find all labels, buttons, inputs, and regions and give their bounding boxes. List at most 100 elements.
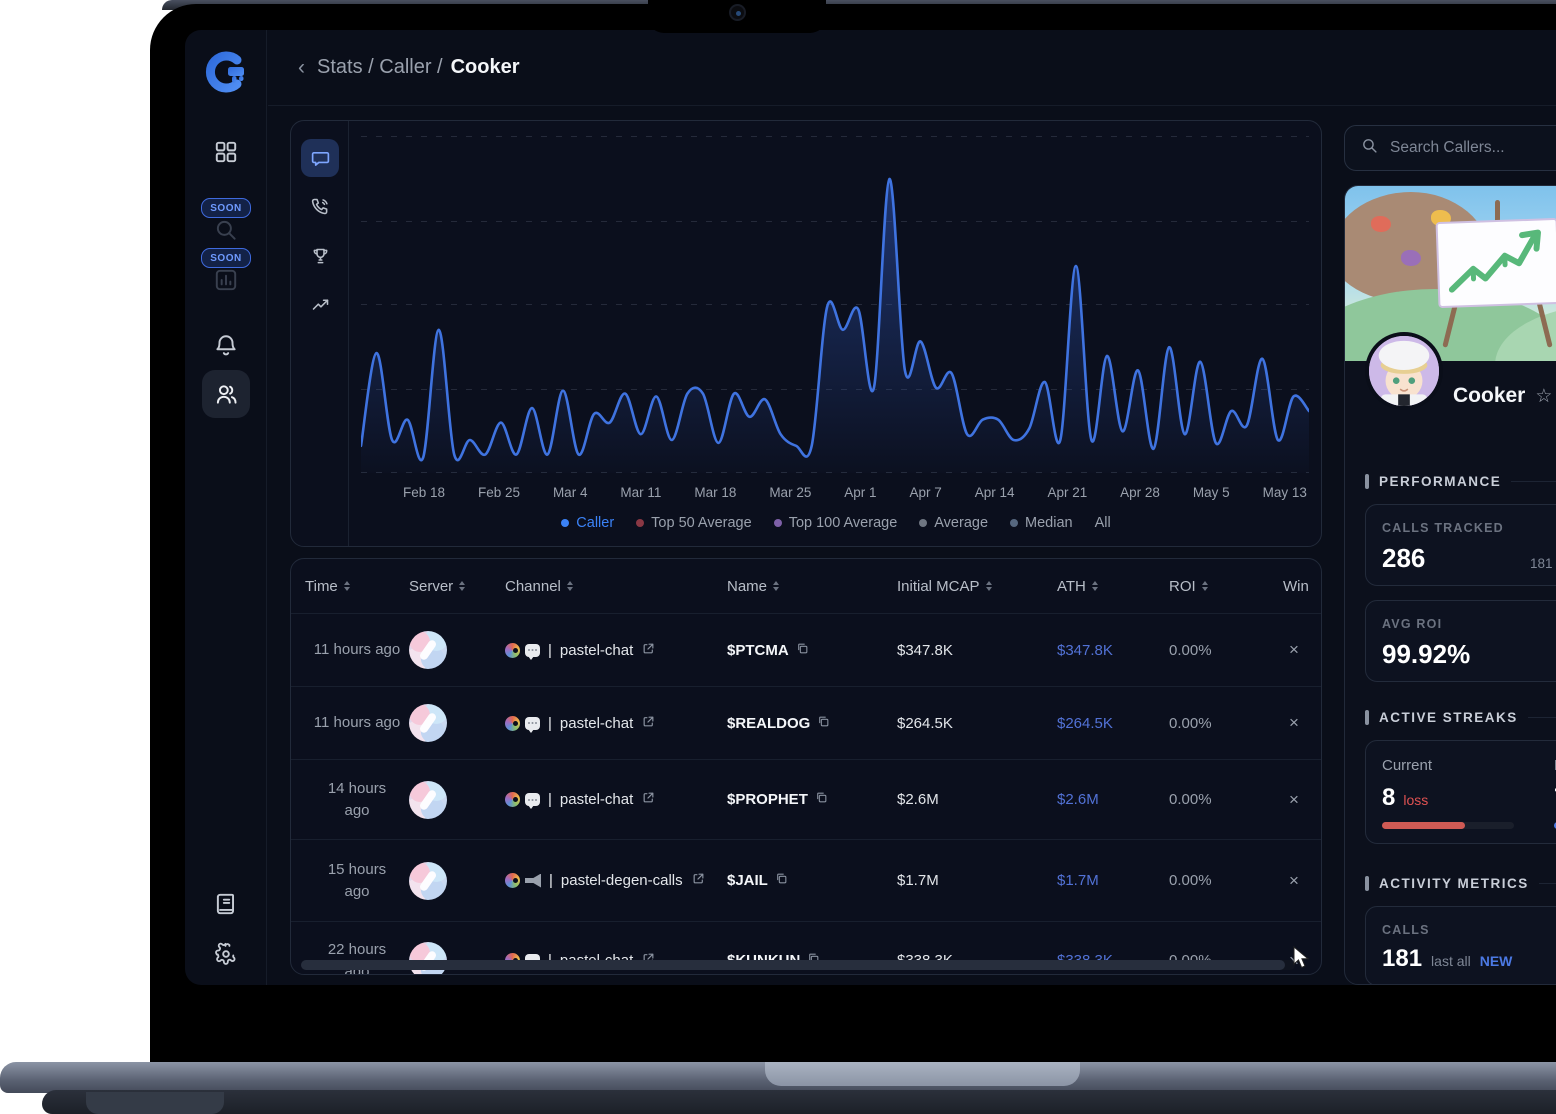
back-chevron-icon[interactable]: ‹	[298, 56, 305, 80]
channel-cell[interactable]: |pastel-chat	[505, 715, 727, 732]
trophy-icon[interactable]	[301, 237, 339, 275]
col-win[interactable]: Win	[1269, 578, 1321, 595]
sidebar-item-callers[interactable]	[202, 370, 250, 418]
server-avatar[interactable]	[409, 704, 447, 742]
server-avatar[interactable]	[409, 862, 447, 900]
caller-avatar[interactable]	[1365, 332, 1443, 410]
avg-roi-label: AVG ROI	[1382, 617, 1442, 631]
external-link-icon[interactable]	[642, 791, 655, 808]
ath-value[interactable]: $1.7M	[1057, 872, 1169, 889]
ath-value[interactable]: $2.6M	[1057, 791, 1169, 808]
server-avatar[interactable]	[409, 631, 447, 669]
grid-icon[interactable]	[206, 132, 246, 172]
star-icon[interactable]: ☆	[1535, 385, 1552, 408]
col-server[interactable]: Server	[409, 578, 505, 595]
search-icon	[1361, 137, 1378, 159]
x-tick: Feb 18	[403, 485, 445, 500]
table-row[interactable]: 14 hours ago |pastel-chat $PROPHET $2.6M…	[291, 759, 1321, 839]
ath-value[interactable]: $264.5K	[1057, 715, 1169, 732]
legend-top50[interactable]: Top 50 Average	[636, 515, 752, 531]
table-row[interactable]: 11 hours ago |pastel-chat $REALDOG $264.…	[291, 686, 1321, 759]
token-name: $JAIL	[727, 872, 768, 889]
section-line	[1528, 717, 1556, 718]
bell-icon[interactable]	[206, 326, 246, 366]
server-avatar[interactable]	[409, 781, 447, 819]
channel-name: pastel-degen-calls	[561, 872, 683, 889]
app-logo[interactable]	[204, 50, 248, 94]
x-tick: Apr 21	[1047, 485, 1087, 500]
token-cell[interactable]: $PROPHET	[727, 791, 897, 808]
token-cell[interactable]: $JAIL	[727, 872, 897, 889]
table-row[interactable]: 15 hours ago |pastel-degen-calls $JAIL $…	[291, 839, 1321, 921]
x-tick: Mar 18	[694, 485, 736, 500]
copy-icon[interactable]	[775, 872, 788, 889]
col-ath[interactable]: ATH	[1057, 578, 1169, 595]
current-tag: loss	[1403, 792, 1428, 808]
chart-toolbar	[291, 121, 349, 546]
initial-mcap: $1.7M	[897, 872, 1057, 889]
copy-icon[interactable]	[815, 791, 828, 808]
calls-tracked-card: CALLS TRACKED 286 181 total calls	[1365, 504, 1556, 586]
col-channel[interactable]: Channel	[505, 578, 727, 595]
x-tick: Apr 28	[1120, 485, 1160, 500]
calls-tracked-label: CALLS TRACKED	[1382, 521, 1504, 535]
legend-average[interactable]: Average	[919, 515, 988, 531]
calls-table: Time Server Channel Name Initial MCAP AT…	[290, 558, 1322, 975]
sort-icon	[773, 581, 779, 592]
col-roi[interactable]: ROI	[1169, 578, 1269, 595]
current-streak: Current 8 loss	[1382, 757, 1514, 829]
col-name[interactable]: Name	[727, 578, 897, 595]
caller-profile-card: P A S	[1344, 185, 1556, 985]
palette-icon	[505, 792, 520, 807]
calls-tracked-sub: 181 total calls	[1530, 556, 1556, 571]
roi-line-chart[interactable]	[361, 129, 1309, 473]
legend-dot	[1010, 519, 1018, 527]
ath-value[interactable]: $347.8K	[1057, 642, 1169, 659]
chat-bubble-icon[interactable]	[301, 139, 339, 177]
legend-top100[interactable]: Top 100 Average	[774, 515, 898, 531]
external-link-icon[interactable]	[692, 872, 705, 889]
external-link-icon[interactable]	[642, 715, 655, 732]
channel-name: pastel-chat	[560, 642, 633, 659]
search-callers-input[interactable]: Search Callers...	[1344, 125, 1556, 171]
scrollbar-thumb[interactable]	[301, 960, 1285, 970]
laptop-body-bottom	[42, 1090, 1556, 1114]
palette-icon	[505, 643, 520, 658]
token-cell[interactable]: $REALDOG	[727, 715, 897, 732]
current-label: Current	[1382, 757, 1514, 774]
channel-cell[interactable]: |pastel-chat	[505, 791, 727, 808]
current-value: 8	[1382, 784, 1395, 812]
gear-icon[interactable]	[206, 934, 246, 974]
breadcrumb-path[interactable]: Stats / Caller /	[317, 56, 443, 79]
initial-mcap: $2.6M	[897, 791, 1057, 808]
phone-icon[interactable]	[301, 187, 339, 225]
table-row[interactable]: 11 hours ago |pastel-chat $PTCMA $347.8K…	[291, 613, 1321, 686]
x-tick: Mar 25	[769, 485, 811, 500]
copy-icon[interactable]	[817, 715, 830, 732]
sort-icon	[567, 581, 573, 592]
x-tick: Apr 14	[975, 485, 1015, 500]
trend-up-icon[interactable]	[301, 286, 339, 324]
legend-dot	[774, 519, 782, 527]
col-initial-mcap[interactable]: Initial MCAP	[897, 578, 1057, 595]
channel-cell[interactable]: |pastel-degen-calls	[505, 872, 727, 889]
legend-caller[interactable]: Caller	[561, 515, 614, 531]
legend-dot	[636, 519, 644, 527]
webcam-icon	[729, 4, 746, 21]
token-name: $PTCMA	[727, 642, 789, 659]
token-name: $PROPHET	[727, 791, 808, 808]
col-time[interactable]: Time	[305, 578, 409, 595]
copy-icon[interactable]	[796, 642, 809, 659]
calls-value: 181	[1382, 945, 1422, 973]
token-cell[interactable]: $PTCMA	[727, 642, 897, 659]
legend-median[interactable]: Median	[1010, 515, 1073, 531]
chat-bubble-icon	[525, 717, 540, 730]
laptop-deck	[0, 1062, 1556, 1093]
book-icon[interactable]	[206, 884, 246, 924]
external-link-icon[interactable]	[642, 642, 655, 659]
horizontal-scrollbar[interactable]	[301, 960, 1295, 970]
channel-cell[interactable]: |pastel-chat	[505, 642, 727, 659]
users-icon	[213, 381, 239, 407]
legend-all[interactable]: All	[1095, 515, 1111, 531]
x-tick: Mar 11	[620, 485, 661, 500]
